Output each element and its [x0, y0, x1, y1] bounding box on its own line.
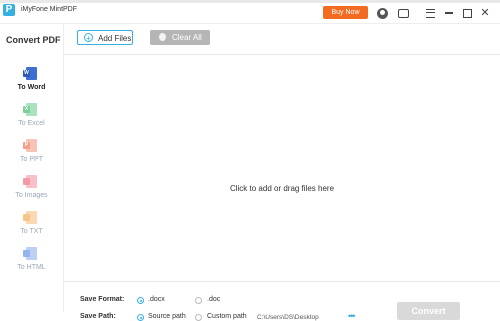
source-path-label: Source path — [148, 313, 186, 320]
ppt-icon: P — [23, 139, 37, 152]
sidebar-item-label: To PPT — [20, 156, 43, 163]
maximize-icon[interactable] — [460, 6, 474, 20]
html-icon — [23, 247, 37, 260]
sidebar-title: Convert PDF — [6, 35, 61, 45]
sidebar: Convert PDF W To Word X To Excel P To PP… — [0, 24, 64, 312]
save-path-label: Save Path: — [80, 313, 116, 320]
save-options-panel: Save Format: .docx .doc Save Path: Sourc… — [64, 281, 500, 321]
buy-now-button[interactable]: Buy Now — [323, 6, 368, 19]
sidebar-item-label: To Word — [17, 84, 46, 91]
minimize-icon[interactable] — [442, 6, 456, 20]
sidebar-item-label: To HTML — [17, 264, 46, 271]
custom-path-value: C:\Users\DS\Desktop — [257, 314, 319, 321]
sidebar-item-label: To TXT — [20, 228, 43, 235]
images-icon — [23, 175, 37, 188]
feedback-icon[interactable] — [396, 6, 410, 20]
custom-path-radio[interactable] — [195, 314, 202, 321]
add-files-button[interactable]: + Add Files — [77, 30, 133, 45]
sidebar-item-to-excel[interactable]: X To Excel — [0, 103, 63, 139]
format-doc-radio[interactable] — [195, 297, 202, 304]
main-panel: + Add Files Clear All Click to add or dr… — [64, 24, 500, 321]
format-docx-radio[interactable] — [137, 297, 144, 304]
format-doc-label: .doc — [207, 296, 221, 303]
source-path-radio[interactable] — [137, 314, 144, 321]
title-bar: P iMyFone MintPDF Buy Now ✕ — [0, 3, 500, 24]
convert-button[interactable]: Convert — [397, 302, 460, 320]
txt-icon — [23, 211, 37, 224]
sidebar-item-to-word[interactable]: W To Word — [0, 67, 63, 103]
save-format-label: Save Format: — [80, 296, 125, 303]
toolbar: + Add Files Clear All — [64, 24, 500, 55]
browse-path-button[interactable]: ••• — [348, 312, 362, 321]
app-title: iMyFone MintPDF — [21, 6, 78, 13]
sidebar-item-to-html[interactable]: To HTML — [0, 247, 63, 283]
format-docx-label: .docx — [148, 296, 165, 303]
word-icon: W — [23, 67, 37, 80]
file-drop-zone[interactable]: Click to add or drag files here — [64, 55, 500, 281]
close-icon[interactable]: ✕ — [478, 6, 492, 20]
add-icon: + — [84, 33, 93, 43]
clear-all-label: Clear All — [172, 33, 202, 42]
sidebar-item-to-images[interactable]: To Images — [0, 175, 63, 211]
add-files-label: Add Files — [98, 34, 132, 43]
sidebar-item-to-txt[interactable]: To TXT — [0, 211, 63, 247]
account-icon[interactable] — [375, 6, 389, 20]
excel-icon: X — [23, 103, 37, 116]
menu-icon[interactable] — [423, 6, 437, 20]
sidebar-item-label: To Images — [15, 192, 48, 199]
trash-icon — [159, 33, 166, 41]
custom-path-label: Custom path — [207, 313, 247, 320]
app-logo-icon: P — [3, 4, 15, 16]
clear-all-button[interactable]: Clear All — [150, 30, 210, 45]
sidebar-item-to-ppt[interactable]: P To PPT — [0, 139, 63, 175]
drop-zone-text: Click to add or drag files here — [229, 183, 335, 193]
sidebar-item-label: To Excel — [18, 120, 45, 127]
